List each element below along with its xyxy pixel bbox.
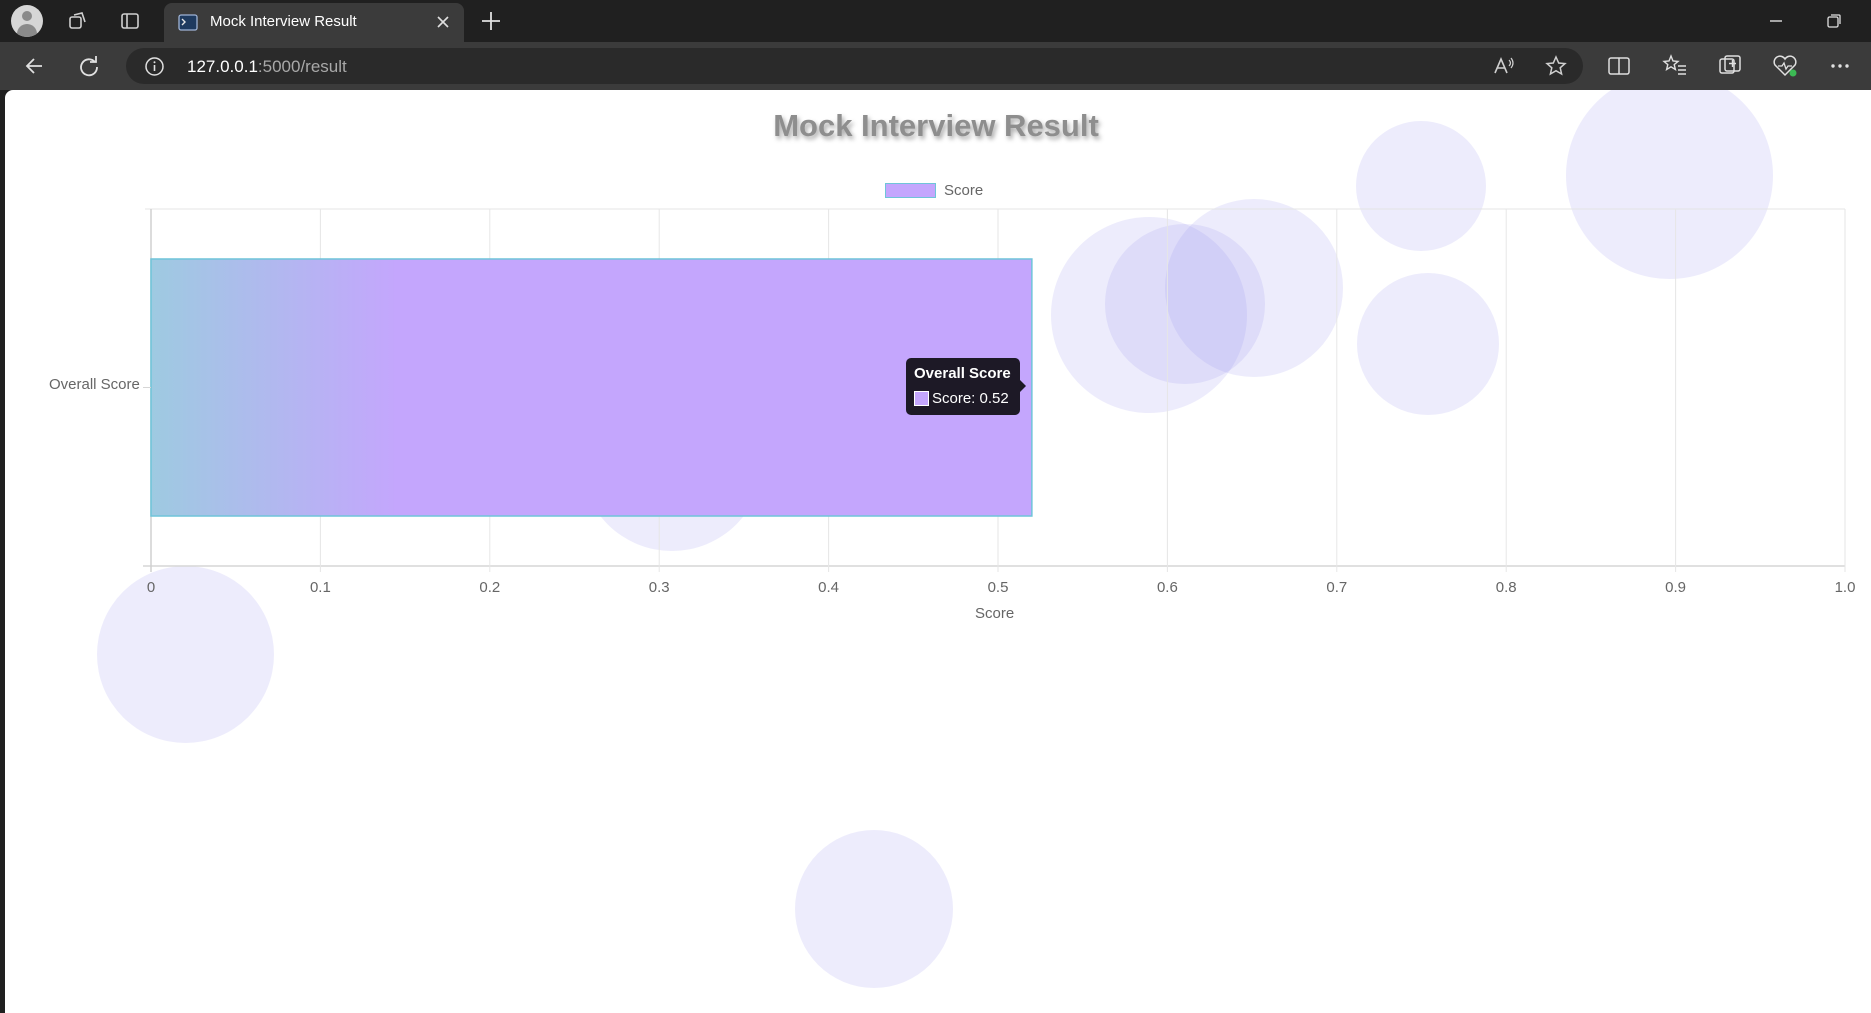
address-bar[interactable]: 127.0.0.1:5000/result	[126, 48, 1583, 84]
refresh-icon[interactable]	[74, 51, 104, 81]
tooltip-body: Score: 0.52	[932, 390, 1009, 407]
x-tick-label: 0.2	[479, 579, 500, 596]
tooltip-swatch	[914, 391, 929, 406]
more-menu-icon[interactable]	[1825, 51, 1855, 81]
decorative-bubble	[795, 830, 953, 988]
chart-tooltip: Overall Score Score: 0.52	[906, 358, 1026, 415]
minimize-icon[interactable]	[1761, 6, 1791, 36]
browser-toolbar: 127.0.0.1:5000/result	[0, 42, 1871, 90]
tooltip-title: Overall Score	[914, 365, 1011, 382]
workspaces-icon[interactable]	[63, 6, 93, 36]
x-tick-label: 1.0	[1835, 579, 1856, 596]
collections-icon[interactable]	[1715, 51, 1745, 81]
site-info-icon[interactable]	[144, 56, 165, 77]
profile-avatar[interactable]	[11, 5, 43, 37]
browser-essentials-icon[interactable]	[1770, 51, 1800, 81]
x-tick-label: 0	[147, 579, 155, 596]
x-tick-label: 0.1	[310, 579, 331, 596]
bar-overall-score	[150, 258, 1033, 517]
y-category-label: Overall Score	[49, 376, 140, 393]
new-tab-icon[interactable]	[476, 6, 506, 36]
x-tick-label: 0.4	[818, 579, 839, 596]
favorites-icon[interactable]	[1660, 51, 1690, 81]
x-tick-label: 0.7	[1326, 579, 1347, 596]
x-tick-label: 0.5	[988, 579, 1009, 596]
back-arrow-icon[interactable]	[20, 51, 50, 81]
active-tab[interactable]: Mock Interview Result	[164, 3, 464, 42]
x-tick-label: 0.3	[649, 579, 670, 596]
x-axis-title: Score	[975, 605, 1015, 622]
url-text: 127.0.0.1:5000/result	[187, 57, 347, 77]
url-host: 127.0.0.1	[187, 57, 258, 76]
terminal-favicon-icon	[178, 14, 198, 31]
split-screen-icon[interactable]	[1604, 51, 1634, 81]
x-tick-label: 0.9	[1665, 579, 1686, 596]
x-tick-label: 0.8	[1496, 579, 1517, 596]
tab-title: Mock Interview Result	[210, 13, 357, 30]
title-bar: Mock Interview Result	[0, 0, 1871, 42]
favorite-star-icon[interactable]	[1545, 55, 1567, 77]
read-aloud-icon[interactable]	[1492, 55, 1516, 77]
close-tab-icon[interactable]	[432, 11, 454, 33]
x-tick-label: 0.6	[1157, 579, 1178, 596]
page-content: Mock Interview Result Score 0 0.1 0.2 0.3 0.…	[5, 90, 1871, 1013]
url-path: :5000/result	[257, 57, 347, 76]
restore-icon[interactable]	[1819, 6, 1849, 36]
tab-actions-icon[interactable]	[115, 6, 145, 36]
